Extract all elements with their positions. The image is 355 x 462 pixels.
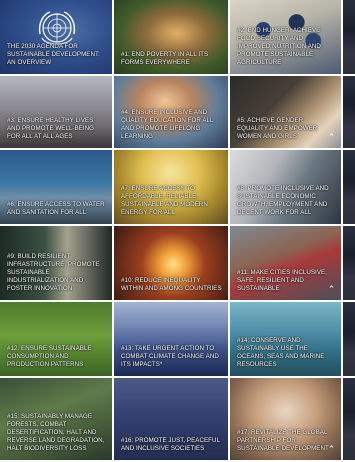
tile-caption: #10: REDUCE INEQUALITY WITHIN AND AMONG … bbox=[121, 277, 222, 292]
tile-goal-2[interactable]: #2: END HUNGER, ACHIEVE FOOD SECURITY AN… bbox=[230, 0, 343, 76]
tile-2030-agenda-overview[interactable]: THE 2030 AGENDA FOR SUSTAINABLE DEVELOPM… bbox=[0, 0, 114, 76]
tile-caption: #11: MAKE CITIES INCLUSIVE, SAFE, RESILI… bbox=[237, 269, 327, 292]
page-edge-strip bbox=[343, 378, 355, 462]
tile-goal-8[interactable]: #8: PROMOTE INCLUSIVE AND SUSTAINABLE EC… bbox=[230, 150, 343, 226]
chevron-up-icon[interactable]: ⌃ bbox=[326, 284, 337, 295]
tile-caption: #4: ENSURE INCLUSIVE AND QUALITY EDUCATI… bbox=[121, 109, 214, 140]
tile-caption: #8: PROMOTE INCLUSIVE AND SUSTAINABLE EC… bbox=[237, 185, 329, 216]
tile-caption: #7: ENSURE ACCESS TO AFFORDABLE, RELIABL… bbox=[121, 185, 208, 216]
tile-caption: #12: ENSURE SUSTAINABLE CONSUMPTION AND … bbox=[7, 345, 92, 368]
page-edge-strip bbox=[343, 76, 355, 150]
tile-goal-16[interactable]: #16: PROMOTE JUST, PEACEFUL AND INCLUSIV… bbox=[114, 378, 230, 462]
tile-goal-9[interactable]: #9: BUILD RESILIENT INFRASTRUCTURE, PROM… bbox=[0, 226, 114, 302]
tile-goal-13[interactable]: #13: TAKE URGENT ACTION TO COMBAT CLIMAT… bbox=[114, 302, 230, 378]
tile-caption: #13: TAKE URGENT ACTION TO COMBAT CLIMAT… bbox=[121, 345, 219, 368]
tile-goal-5[interactable]: #5: ACHIEVE GENDER EQUALITY AND EMPOWER … bbox=[230, 76, 343, 150]
sdg-goals-grid: THE 2030 AGENDA FOR SUSTAINABLE DEVELOPM… bbox=[0, 0, 355, 462]
tile-caption: #17: REVITALIZE THE GLOBAL PARTNERSHIP F… bbox=[237, 429, 329, 452]
tile-caption: THE 2030 AGENDA FOR SUSTAINABLE DEVELOPM… bbox=[7, 43, 100, 66]
tile-goal-7[interactable]: #7: ENSURE ACCESS TO AFFORDABLE, RELIABL… bbox=[114, 150, 230, 226]
tile-caption: #2: END HUNGER, ACHIEVE FOOD SECURITY AN… bbox=[237, 27, 321, 66]
tile-goal-14[interactable]: #14: CONSERVE AND SUSTAINABLY USE THE OC… bbox=[230, 302, 343, 378]
tile-caption: #16: PROMOTE JUST, PEACEFUL AND INCLUSIV… bbox=[121, 437, 220, 452]
tile-goal-10[interactable]: #10: REDUCE INEQUALITY WITHIN AND AMONG … bbox=[114, 226, 230, 302]
tile-caption: #6: ENSURE ACCESS TO WATER AND SANITATIO… bbox=[7, 201, 105, 216]
tile-goal-12[interactable]: #12: ENSURE SUSTAINABLE CONSUMPTION AND … bbox=[0, 302, 114, 378]
tile-goal-6[interactable]: #6: ENSURE ACCESS TO WATER AND SANITATIO… bbox=[0, 150, 114, 226]
tile-caption: #5: ACHIEVE GENDER EQUALITY AND EMPOWER … bbox=[237, 117, 318, 140]
page-edge-strip bbox=[343, 226, 355, 302]
tile-caption: #3: ENSURE HEALTHY LIVES AND PROMOTE WEL… bbox=[7, 117, 95, 140]
page-edge-strip bbox=[343, 150, 355, 226]
tile-goal-3[interactable]: #3: ENSURE HEALTHY LIVES AND PROMOTE WEL… bbox=[0, 76, 114, 150]
tile-goal-4[interactable]: #4: ENSURE INCLUSIVE AND QUALITY EDUCATI… bbox=[114, 76, 230, 150]
tile-goal-11[interactable]: #11: MAKE CITIES INCLUSIVE, SAFE, RESILI… bbox=[230, 226, 343, 302]
chevron-up-icon[interactable]: ⌃ bbox=[326, 132, 337, 143]
tile-caption: #1: END POVERTY IN ALL ITS FORMS EVERYWH… bbox=[121, 51, 209, 66]
tile-caption: #15: SUSTAINABLY MANAGE FORESTS, COMBAT … bbox=[7, 413, 105, 452]
chevron-up-icon[interactable]: ⌃ bbox=[326, 444, 337, 455]
page-edge-strip bbox=[343, 0, 355, 76]
tile-goal-17[interactable]: #17: REVITALIZE THE GLOBAL PARTNERSHIP F… bbox=[230, 378, 343, 462]
tile-goal-15[interactable]: #15: SUSTAINABLY MANAGE FORESTS, COMBAT … bbox=[0, 378, 114, 462]
tile-caption: #9: BUILD RESILIENT INFRASTRUCTURE, PROM… bbox=[7, 253, 100, 292]
page-edge-strip bbox=[343, 302, 355, 378]
tile-caption: #14: CONSERVE AND SUSTAINABLY USE THE OC… bbox=[237, 337, 325, 368]
tile-goal-1[interactable]: #1: END POVERTY IN ALL ITS FORMS EVERYWH… bbox=[114, 0, 230, 76]
